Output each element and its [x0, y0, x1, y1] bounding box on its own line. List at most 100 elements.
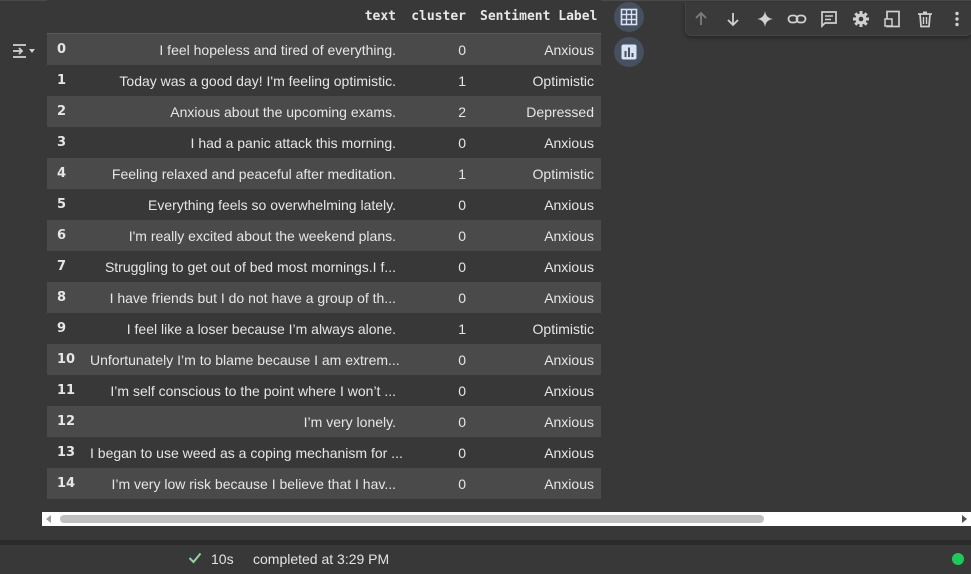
interactive-table-button[interactable] [614, 2, 644, 32]
table-row: 0I feel hopeless and tired of everything… [47, 33, 601, 65]
row-index: 0 [47, 33, 83, 65]
status-bar [0, 545, 971, 574]
more-actions-button[interactable] [945, 7, 969, 31]
cluster-cell: 0 [403, 127, 473, 158]
table-row: 4 Feeling relaxed and peaceful after medi… [47, 158, 601, 189]
column-header-cluster: cluster [403, 0, 473, 34]
cluster-cell: 0 [403, 344, 473, 375]
table-row: 3I had a panic attack this morning. 0 Anxi… [47, 127, 601, 158]
sentiment-label-cell: Anxious [473, 437, 601, 468]
row-index: 8 [47, 282, 83, 313]
execution-time: 10s [211, 551, 234, 567]
sentiment-label-cell: Depressed [473, 96, 601, 127]
table-row: 11 I’m self conscious to the point where … [47, 375, 601, 406]
comment-icon [821, 11, 837, 28]
sentiment-label-cell: Anxious [473, 344, 601, 375]
table-row: 6 I'm really excited about the weekend pl… [47, 220, 601, 251]
table-row: 12 I’m very lonely. 0 Anxious [47, 406, 601, 437]
row-index: 2 [47, 96, 83, 127]
text-cell: Feeling relaxed and peaceful after medit… [83, 158, 403, 189]
row-index: 10 [47, 344, 83, 375]
cluster-cell: 0 [403, 33, 473, 65]
check-icon [188, 552, 202, 564]
row-index: 14 [47, 468, 83, 499]
text-cell: Unfortunately I’m to blame because I am … [83, 344, 403, 375]
trash-icon [918, 11, 932, 28]
sentiment-label-cell: Anxious [473, 282, 601, 313]
row-index: 1 [47, 65, 83, 96]
sentiment-label-cell: Anxious [473, 127, 601, 158]
text-cell: Everything feels so overwhelming lately. [83, 189, 403, 220]
cluster-cell: 0 [403, 375, 473, 406]
scrollbar-thumb[interactable] [60, 515, 764, 523]
cluster-cell: 0 [403, 189, 473, 220]
row-index: 4 [47, 158, 83, 189]
text-cell: I had a panic attack this morning. [83, 127, 403, 158]
text-cell: I feel like a loser because I’m always a… [83, 313, 403, 344]
text-cell: Today was a good day! I'm feeling optimi… [83, 65, 403, 96]
sentiment-label-cell: Anxious [473, 468, 601, 499]
table-row: 1 Today was a good day! I'm feeling optim… [47, 65, 601, 96]
table-row: 5 Everything feels so overwhelming lately… [47, 189, 601, 220]
table-row: 13 I began to use weed as a coping mechan… [47, 437, 601, 468]
table-row: 9I feel like a loser because I’m always … [47, 313, 601, 344]
delete-cell-button[interactable] [913, 7, 937, 31]
row-index: 12 [47, 406, 83, 437]
more-vert-icon [955, 11, 959, 27]
text-cell: I’m self conscious to the point where I … [83, 375, 403, 406]
dataframe-table: text cluster Sentiment Label 0I feel hop… [47, 0, 601, 499]
cluster-cell: 0 [403, 406, 473, 437]
table-row: 14 I’m very low risk because I believe th… [47, 468, 601, 499]
arrow-up-icon [695, 11, 707, 25]
add-comment-button[interactable] [817, 7, 841, 31]
move-cell-up-button[interactable] [689, 7, 713, 31]
move-cell-down-button[interactable] [721, 7, 745, 31]
text-cell: Anxious about the upcoming exams. [83, 96, 403, 127]
scroll-left-icon[interactable] [45, 515, 53, 523]
mirror-cell-icon [884, 10, 900, 28]
index-header [47, 0, 83, 34]
copy-link-button[interactable] [785, 7, 809, 31]
sentiment-label-cell: Optimistic [473, 158, 601, 189]
runtime-status-indicator[interactable] [952, 553, 964, 565]
table-row: 8I have friends but I do not have a grou… [47, 282, 601, 313]
scroll-right-icon[interactable] [960, 515, 968, 523]
execution-status: completed at 3:29 PM [253, 551, 390, 567]
mirror-cell-button[interactable] [881, 7, 905, 31]
table-row: 10 Unfortunately I’m to blame because I a… [47, 344, 601, 375]
gear-icon [853, 11, 869, 27]
text-cell: I have friends but I do not have a group… [83, 282, 403, 313]
text-cell: I feel hopeless and tired of everything. [83, 33, 403, 65]
text-cell: I’m very low risk because I believe that… [83, 468, 403, 499]
row-index: 13 [47, 437, 83, 468]
text-cell: I’m very lonely. [83, 406, 403, 437]
cluster-cell: 0 [403, 220, 473, 251]
row-index: 11 [47, 375, 83, 406]
cell-settings-button[interactable] [849, 7, 873, 31]
sentiment-label-cell: Anxious [473, 33, 601, 65]
text-cell: I began to use weed as a coping mechanis… [83, 437, 403, 468]
collapse-output-icon [13, 44, 35, 58]
cluster-cell: 1 [403, 313, 473, 344]
row-index: 5 [47, 189, 83, 220]
table-row: 7 Struggling to get out of bed most morni… [47, 251, 601, 282]
cluster-cell: 1 [403, 158, 473, 189]
row-index: 6 [47, 220, 83, 251]
link-icon [787, 14, 807, 24]
horizontal-scrollbar[interactable] [42, 512, 971, 526]
sentiment-label-cell: Anxious [473, 220, 601, 251]
row-index: 9 [47, 313, 83, 344]
collapse-output-button[interactable] [10, 40, 36, 62]
suggest-charts-button[interactable] [614, 37, 644, 67]
row-index: 7 [47, 251, 83, 282]
gemini-button[interactable] [753, 7, 777, 31]
sentiment-label-cell: Optimistic [473, 65, 601, 96]
cluster-cell: 2 [403, 96, 473, 127]
dataframe-output: text cluster Sentiment Label 0I feel hop… [47, 0, 601, 499]
arrow-down-icon [727, 13, 739, 27]
column-header-sentiment-label: Sentiment Label [473, 0, 601, 34]
sentiment-label-cell: Anxious [473, 189, 601, 220]
sentiment-label-cell: Optimistic [473, 313, 601, 344]
cluster-cell: 0 [403, 437, 473, 468]
column-header-text: text [83, 0, 403, 34]
